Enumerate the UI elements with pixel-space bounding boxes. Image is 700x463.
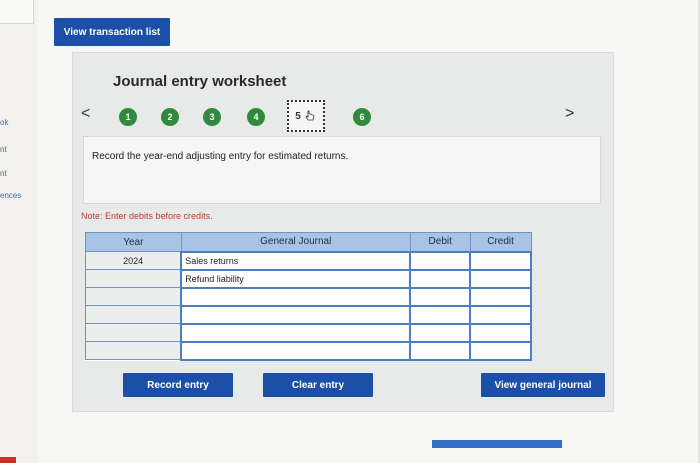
step-4-button[interactable]: 4 <box>247 108 265 126</box>
account-cell[interactable] <box>180 340 412 361</box>
record-entry-button[interactable]: Record entry <box>123 373 233 397</box>
note-text: Note: Enter debits before credits. <box>81 211 213 221</box>
header-year: Year <box>85 232 182 252</box>
account-cell[interactable] <box>180 322 412 343</box>
table-row: Refund liability <box>85 268 532 289</box>
header-credit: Credit <box>469 232 532 252</box>
main-content: View transaction list Journal entry work… <box>38 0 700 463</box>
table-row <box>85 286 532 307</box>
table-row: 2024 Sales returns <box>85 250 532 271</box>
credit-cell[interactable] <box>469 340 532 361</box>
credit-cell[interactable] <box>469 250 532 271</box>
credit-cell[interactable] <box>469 268 532 289</box>
year-cell[interactable]: 2024 <box>85 251 182 270</box>
debit-cell[interactable] <box>409 250 472 271</box>
step-3-button[interactable]: 3 <box>203 108 221 126</box>
header-debit: Debit <box>409 232 471 252</box>
credit-cell[interactable] <box>469 304 532 325</box>
prev-step-arrow-icon[interactable]: < <box>81 105 90 123</box>
debit-cell[interactable] <box>409 286 472 307</box>
account-cell[interactable]: Sales returns <box>180 250 412 271</box>
credit-cell[interactable] <box>469 322 532 343</box>
sidebar-fragment[interactable]: ok <box>0 118 8 127</box>
sidebar-fragment[interactable]: nt <box>0 169 7 178</box>
credit-cell[interactable] <box>469 286 532 307</box>
view-general-journal-button[interactable]: View general journal <box>481 373 605 397</box>
sidebar-top-tab[interactable] <box>0 0 34 24</box>
account-cell[interactable] <box>180 304 412 325</box>
step-6-button[interactable]: 6 <box>353 108 371 126</box>
journal-entry-worksheet-panel: Journal entry worksheet < 1 2 3 4 5 6 > … <box>72 52 614 412</box>
year-cell[interactable] <box>85 323 182 342</box>
next-step-arrow-icon[interactable]: > <box>565 105 574 123</box>
account-cell[interactable] <box>180 286 412 307</box>
instruction-box: Record the year-end adjusting entry for … <box>83 136 601 204</box>
red-indicator <box>0 457 16 463</box>
sidebar-fragment[interactable]: nt <box>0 145 7 154</box>
account-cell[interactable]: Refund liability <box>180 268 412 289</box>
table-row <box>85 322 532 343</box>
debit-cell[interactable] <box>409 304 472 325</box>
clear-entry-button[interactable]: Clear entry <box>263 373 373 397</box>
table-row <box>85 304 532 325</box>
step-1-button[interactable]: 1 <box>119 108 137 126</box>
journal-table: Year General Journal Debit Credit 2024 S… <box>85 232 532 361</box>
table-row <box>85 340 532 361</box>
hand-cursor-icon <box>305 110 315 121</box>
instruction-text: Record the year-end adjusting entry for … <box>92 151 349 162</box>
debit-cell[interactable] <box>409 268 472 289</box>
worksheet-title: Journal entry worksheet <box>113 73 287 90</box>
current-step-label: 5 <box>295 110 301 122</box>
view-transaction-list-button[interactable]: View transaction list <box>54 18 170 46</box>
step-2-button[interactable]: 2 <box>161 108 179 126</box>
bottom-blue-bar <box>432 440 562 448</box>
sidebar-fragment[interactable]: ences <box>0 191 21 200</box>
debit-cell[interactable] <box>409 340 472 361</box>
year-cell[interactable] <box>85 305 182 324</box>
header-general-journal: General Journal <box>180 232 411 252</box>
year-cell[interactable] <box>85 287 182 306</box>
step-5-current-button[interactable]: 5 <box>287 100 325 132</box>
debit-cell[interactable] <box>409 322 472 343</box>
left-sidebar-strip: ok nt nt ences <box>0 0 38 463</box>
year-cell[interactable] <box>85 341 182 360</box>
year-cell[interactable] <box>85 269 182 288</box>
